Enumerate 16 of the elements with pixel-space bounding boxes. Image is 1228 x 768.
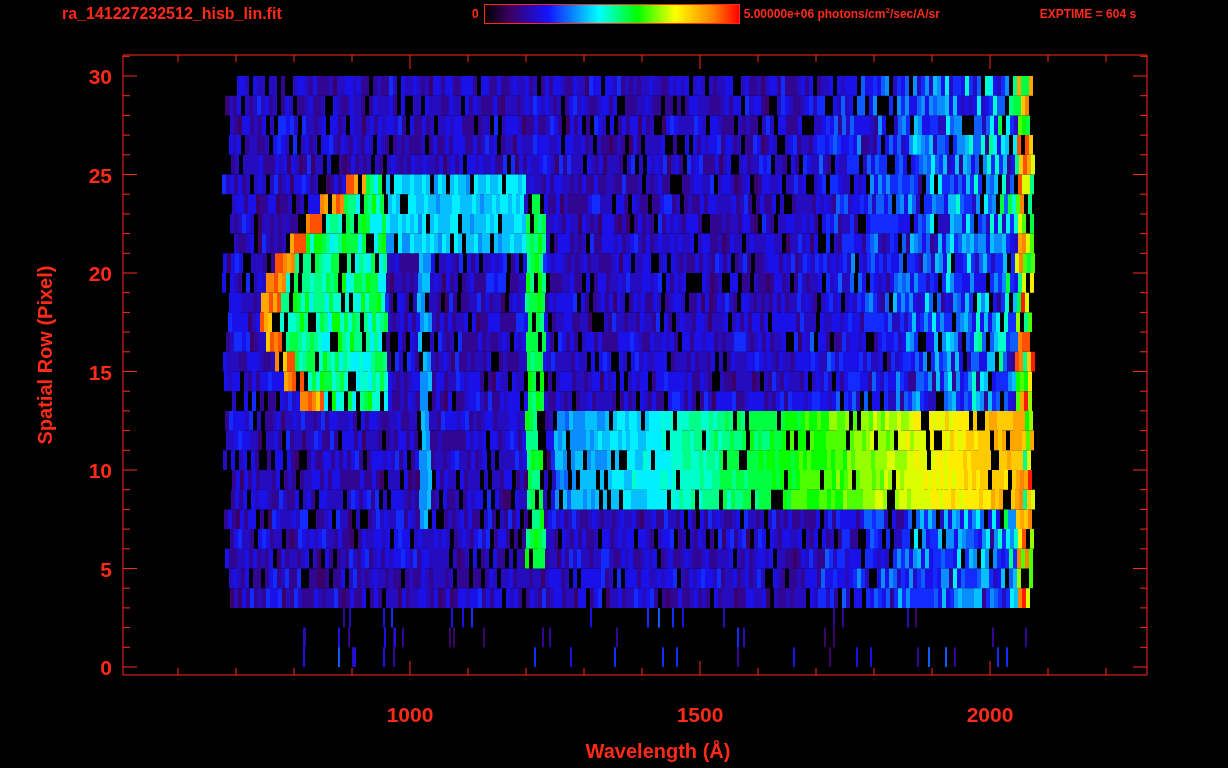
y-tick-label: 15 <box>88 360 112 384</box>
colorbar-max-label: 5.00000e+06 photons/cm$^{2}$/sec/A/sr <box>743 6 941 21</box>
colorbar-min-label: 0 <box>472 6 479 21</box>
plot-title: ra_141227232512_hisb_lin.fit <box>62 4 283 23</box>
x-tick-label: 1000 <box>386 703 434 726</box>
y-tick-label: 10 <box>88 459 112 482</box>
x-tick-label: 2000 <box>966 703 1014 726</box>
y-tick-label: 5 <box>100 557 112 581</box>
x-tick-label: 1500 <box>676 703 724 726</box>
y-axis-label: Spatial Row (Pixel) <box>34 265 56 445</box>
y-tick-label: 25 <box>88 163 112 187</box>
y-tick-label: 30 <box>88 65 112 88</box>
y-tick-label: 20 <box>88 262 112 285</box>
exposure-time: EXPTIME = 604 s <box>1039 6 1137 21</box>
x-axis-label: Wavelength (Å) <box>585 740 731 762</box>
y-tick-label: 0 <box>100 656 112 679</box>
